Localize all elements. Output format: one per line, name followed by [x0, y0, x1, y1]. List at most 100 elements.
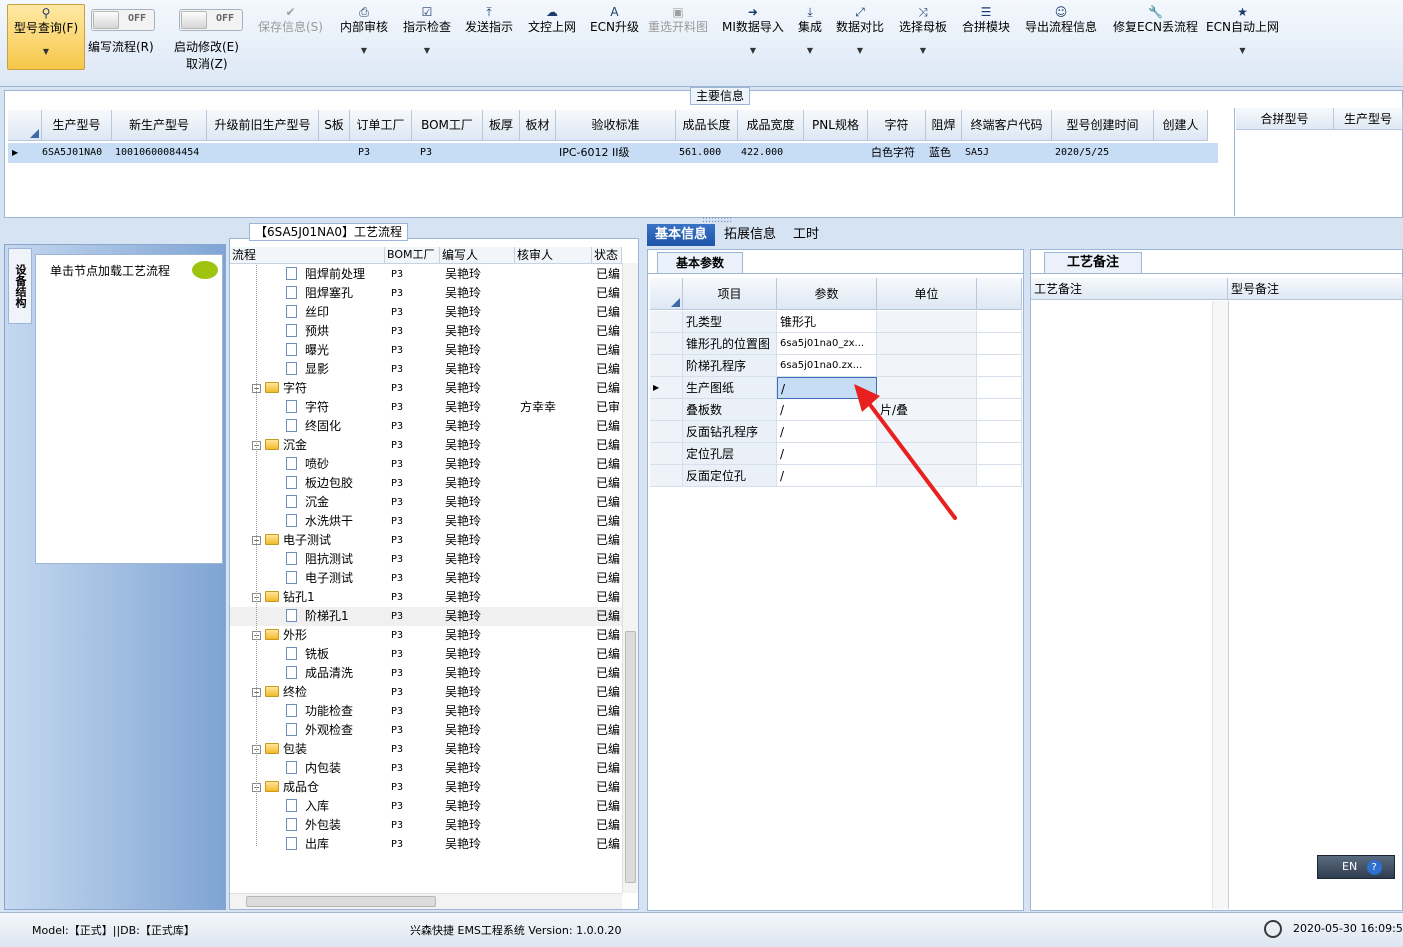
param-value-cell[interactable]: 6sa5j01na0_zx...	[777, 333, 877, 355]
col-header[interactable]: 板材	[520, 110, 556, 141]
col-header[interactable]: 参数	[777, 278, 877, 310]
tree-row[interactable]: − 钻孔1 P3 吴艳玲 已编	[230, 588, 622, 607]
row-header[interactable]	[650, 399, 683, 421]
col-header[interactable]: 验收标准	[556, 110, 676, 141]
tree-row[interactable]: 阻抗测试 P3 吴艳玲 已编	[230, 550, 622, 569]
tree-row[interactable]: 显影 P3 吴艳玲 已编	[230, 360, 622, 379]
tree-row[interactable]: − 字符 P3 吴艳玲 已编	[230, 379, 622, 398]
model-query-button[interactable]: ⚲ 型号查询(F) ▼	[7, 4, 85, 70]
col-header[interactable]: 成品宽度	[738, 110, 804, 141]
tree-row[interactable]: 字符 P3 吴艳玲 方幸幸 已审	[230, 398, 622, 417]
col-header[interactable]: BOM工厂	[412, 110, 483, 141]
integrate-button[interactable]: ⤓ 集成 ▼	[798, 4, 822, 58]
param-row[interactable]: 孔类型 锥形孔	[650, 311, 1022, 333]
merge-module-button[interactable]: ☰ 合拼模块	[962, 4, 1010, 34]
param-row[interactable]: 阶梯孔程序 6sa5j01na0.zx...	[650, 355, 1022, 377]
tree-row[interactable]: 预烘 P3 吴艳玲 已编	[230, 322, 622, 341]
row-header[interactable]	[650, 355, 683, 377]
param-value-cell[interactable]: 锥形孔	[777, 311, 877, 333]
tree-row[interactable]: 水洗烘干 P3 吴艳玲 已编	[230, 512, 622, 531]
data-compare-button[interactable]: ⤢ 数据对比 ▼	[836, 4, 884, 58]
tree-row[interactable]: 功能检查 P3 吴艳玲 已编	[230, 702, 622, 721]
tree-row[interactable]: 曝光 P3 吴艳玲 已编	[230, 341, 622, 360]
tree-row[interactable]: 阶梯孔1 P3 吴艳玲 已编	[230, 607, 622, 626]
send-instruction-button[interactable]: ⤒ 发送指示	[465, 4, 513, 34]
tree-row[interactable]: 出库 P3 吴艳玲 已编	[230, 835, 622, 854]
col-header[interactable]: 字符	[868, 110, 926, 141]
tree-row[interactable]: − 终检 P3 吴艳玲 已编	[230, 683, 622, 702]
tab-basic-info[interactable]: 基本信息	[647, 224, 716, 246]
col-header[interactable]: 生产型号	[42, 110, 112, 141]
start-modify-toggle[interactable]: OFF	[179, 9, 243, 31]
tree-row[interactable]: 外包装 P3 吴艳玲 已编	[230, 816, 622, 835]
write-flow-toggle[interactable]: OFF	[91, 9, 155, 31]
col-header[interactable]: BOM工厂	[385, 247, 440, 263]
ecn-auto-online-button[interactable]: ★ ECN自动上网 ▼	[1206, 4, 1279, 58]
col-header[interactable]: 编写人	[440, 247, 515, 263]
tree-row[interactable]: 入库 P3 吴艳玲 已编	[230, 797, 622, 816]
instruction-check-button[interactable]: ☑ 指示检查 ▼	[403, 4, 451, 58]
col-header[interactable]: 新生产型号	[112, 110, 207, 141]
select-all-corner[interactable]	[8, 110, 42, 141]
horizontal-scrollbar[interactable]	[230, 893, 622, 909]
col-header[interactable]: PNL规格	[804, 110, 868, 141]
row-header[interactable]	[650, 421, 683, 443]
row-header[interactable]	[650, 465, 683, 487]
col-header[interactable]: 型号备注	[1228, 278, 1403, 300]
tree-row[interactable]: 喷砂 P3 吴艳玲 已编	[230, 455, 622, 474]
ime-toolbar[interactable]: EN ?	[1317, 855, 1395, 879]
export-flow-button[interactable]: ☺ 导出流程信息	[1025, 4, 1097, 34]
tree-row[interactable]: 成品清洗 P3 吴艳玲 已编	[230, 664, 622, 683]
tab-work-hours[interactable]: 工时	[785, 224, 827, 246]
tree-row[interactable]: 阻焊前处理 P3 吴艳玲 已编	[230, 265, 622, 284]
remark-title[interactable]: 工艺备注	[1044, 252, 1143, 274]
param-row[interactable]: 锥形孔的位置图 6sa5j01na0_zx...	[650, 333, 1022, 355]
tree-row[interactable]: 内包装 P3 吴艳玲 已编	[230, 759, 622, 778]
col-header[interactable]: 订单工厂	[350, 110, 412, 141]
col-header[interactable]: S板	[319, 110, 350, 141]
select-all-corner[interactable]	[650, 278, 683, 310]
col-header[interactable]: 工艺备注	[1031, 278, 1228, 300]
tree-row[interactable]: − 电子测试 P3 吴艳玲 已编	[230, 531, 622, 550]
fix-ecn-flow-button[interactable]: 🔧 修复ECN丢流程	[1113, 4, 1198, 34]
help-icon[interactable]: ?	[1366, 860, 1382, 875]
col-header[interactable]: 核审人	[515, 247, 592, 263]
tree-row[interactable]: 外观检查 P3 吴艳玲 已编	[230, 721, 622, 740]
col-header[interactable]: 成品长度	[676, 110, 738, 141]
tree-row[interactable]: 电子测试 P3 吴艳玲 已编	[230, 569, 622, 588]
col-header[interactable]: 终端客户代码	[962, 110, 1052, 141]
tree-row[interactable]: 终固化 P3 吴艳玲 已编	[230, 417, 622, 436]
reselect-cutting-button[interactable]: ▣ 重选开料图	[648, 4, 708, 34]
cancel-button[interactable]: 取消(Z)	[186, 55, 228, 72]
select-mother-board-button[interactable]: ⤨ 选择母板 ▼	[899, 4, 947, 58]
tree-row[interactable]: 阻焊塞孔 P3 吴艳玲 已编	[230, 284, 622, 303]
tree-row[interactable]: 板边包胶 P3 吴艳玲 已编	[230, 474, 622, 493]
col-header[interactable]: 生产型号	[1334, 108, 1403, 130]
col-header[interactable]: 项目	[683, 278, 777, 310]
col-header[interactable]: 型号创建时间	[1052, 110, 1154, 141]
col-header[interactable]: 阻焊	[926, 110, 962, 141]
col-header[interactable]: 板厚	[483, 110, 520, 141]
tree-row[interactable]: − 包装 P3 吴艳玲 已编	[230, 740, 622, 759]
tree-row[interactable]: − 成品仓 P3 吴艳玲 已编	[230, 778, 622, 797]
row-header[interactable]	[650, 311, 683, 333]
table-row[interactable]: ▶ 6SA5J01NA0 10010600084454 P3 P3 IPC-60…	[8, 143, 1218, 163]
col-header[interactable]: 单位	[877, 278, 977, 310]
ecn-upgrade-button[interactable]: A ECN升级	[590, 4, 639, 34]
col-header[interactable]: 创建人	[1154, 110, 1208, 141]
tab-extended-info[interactable]: 拓展信息	[716, 224, 784, 246]
col-header[interactable]: 流程	[230, 247, 385, 263]
basic-params-title[interactable]: 基本参数	[657, 252, 744, 274]
tree-row[interactable]: − 沉金 P3 吴艳玲 已编	[230, 436, 622, 455]
row-indicator-icon[interactable]: ▶	[650, 377, 683, 399]
col-header[interactable]: 合拼型号	[1236, 108, 1334, 130]
remark-scrollbar[interactable]	[1212, 301, 1228, 909]
tree-row[interactable]: 丝印 P3 吴艳玲 已编	[230, 303, 622, 322]
col-header[interactable]: 状态	[592, 247, 622, 263]
tree-row[interactable]: − 外形 P3 吴艳玲 已编	[230, 626, 622, 645]
tree-row[interactable]: 沉金 P3 吴艳玲 已编	[230, 493, 622, 512]
col-header[interactable]: 升级前旧生产型号	[207, 110, 319, 141]
vertical-scrollbar[interactable]	[622, 263, 638, 893]
internal-review-button[interactable]: ⎙ 内部审核 ▼	[340, 4, 388, 58]
device-structure-tab[interactable]: 设备结构	[8, 248, 32, 324]
